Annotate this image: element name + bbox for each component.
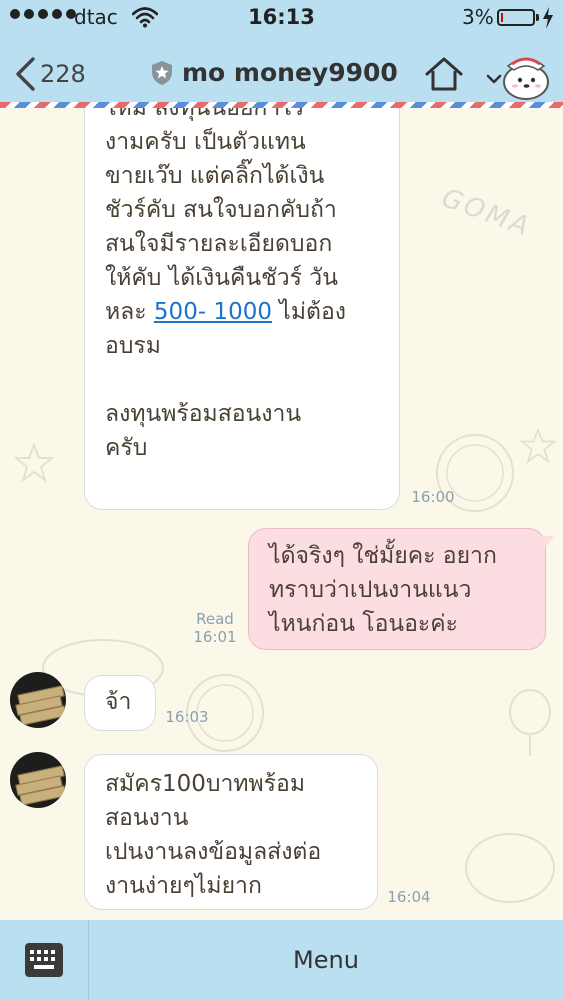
message-timestamp: 16:03: [165, 708, 209, 726]
chevron-left-icon: [16, 57, 35, 91]
battery-icon: [497, 9, 535, 26]
message-line: อบรม: [105, 333, 161, 359]
back-button[interactable]: 228: [14, 56, 86, 92]
chat-header: 228 mo money9900: [0, 36, 563, 106]
sender-avatar[interactable]: [10, 672, 66, 728]
battery-percent: 3%: [462, 5, 494, 29]
keyboard-toggle-button[interactable]: [0, 920, 89, 1000]
charging-icon: [543, 7, 553, 29]
message-line: ได้จริงๆ ใช่มั้ยคะ อยาก: [269, 543, 497, 569]
message-line: ไหม่ ลงทุนน้อยกำไร: [105, 108, 305, 121]
message-timestamp: 16:01: [193, 628, 237, 646]
star-icon: [520, 428, 556, 464]
message-line: งามครับ เป็นตัวแทน: [105, 129, 306, 155]
balloon-icon: [509, 689, 551, 756]
background-watermark: GOMA: [437, 183, 536, 243]
message-line: งานง่ายๆไม่ยาก: [105, 873, 262, 899]
message-line: ให้คับ ได้เงินคืนชัวร์ วัน: [105, 265, 338, 291]
message-line: ไหนก่อน โอนอะค่ะ: [269, 611, 459, 637]
message-line: ทราบว่าเปนงานแนว: [269, 577, 472, 603]
chat-area[interactable]: GOMA ไหม่ ลงทุนน้อยกำไร งามครับ เป็นตัวแ…: [0, 108, 563, 920]
message-line: เปนงานลงข้อมูลส่งต่อ: [105, 839, 322, 865]
bubble-tail: [540, 536, 554, 552]
home-icon[interactable]: [424, 56, 464, 92]
message-line: สอนงาน: [105, 805, 189, 831]
message-line: ชัวร์คับ สนใจบอกคับถ้า: [105, 197, 337, 223]
message-bubble-received[interactable]: จ้า: [84, 675, 156, 731]
sender-avatar[interactable]: [10, 752, 66, 808]
keyboard-icon: [25, 943, 63, 977]
menu-button[interactable]: Menu: [89, 920, 563, 1000]
message-line: [105, 363, 383, 397]
message-line: ขายเว๊บ แต่คลิ๊กได้เงิน: [105, 163, 325, 189]
message-line: หละ 500- 1000 ไม่ต้อง: [105, 299, 346, 325]
message-line: ครับ: [105, 435, 148, 461]
unread-count: 228: [40, 60, 86, 88]
status-bar: dtac 16:13 3%: [0, 0, 563, 36]
star-icon: [14, 443, 54, 483]
message-timestamp: 16:00: [411, 488, 455, 506]
read-receipt: Read: [196, 610, 234, 628]
phone-number-link[interactable]: 500- 1000: [154, 299, 272, 325]
shield-star-icon: [152, 60, 172, 85]
message-bubble-received[interactable]: สมัคร100บาทพร้อม สอนงาน เปนงานลงข้อมูลส่…: [84, 754, 378, 910]
message-bubble-sent[interactable]: ได้จริงๆ ใช่มั้ยคะ อยาก ทราบว่าเปนงานแนว…: [248, 528, 546, 650]
message-line: ลงทุนพร้อมสอนงาน: [105, 401, 302, 427]
message-bubble-received[interactable]: ไหม่ ลงทุนน้อยกำไร งามครับ เป็นตัวแทน ขา…: [84, 108, 400, 510]
message-line: สมัคร100บาทพร้อม: [105, 771, 306, 797]
bottom-toolbar: Menu: [0, 920, 563, 1000]
chat-title: mo money9900: [182, 58, 398, 87]
message-line: จ้า: [105, 689, 132, 715]
mascot-outline-icon: [465, 833, 555, 903]
dropdown-mascot-icon[interactable]: [486, 50, 552, 102]
message-line: สนใจมีรายละเอียดบอก: [105, 231, 333, 257]
message-timestamp: 16:04: [387, 888, 431, 906]
